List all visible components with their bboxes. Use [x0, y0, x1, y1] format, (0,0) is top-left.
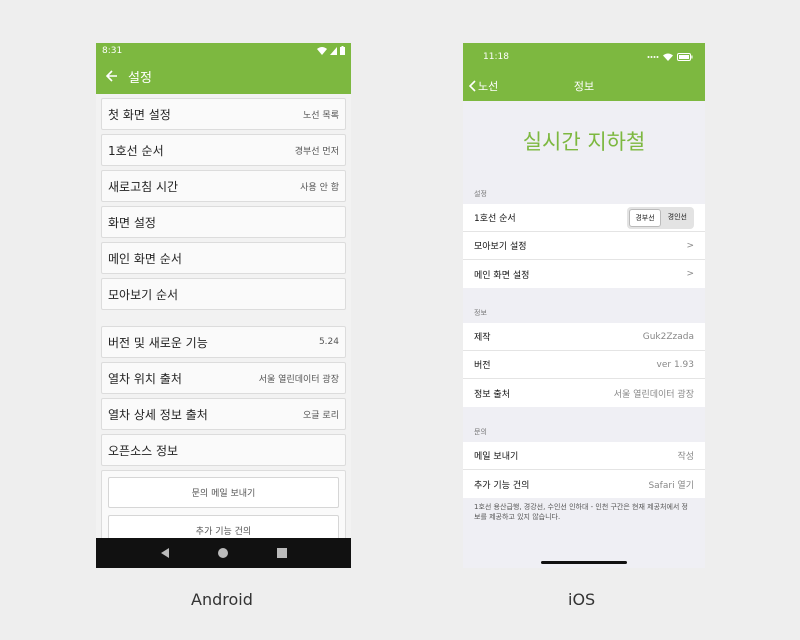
settings-item-label: 첫 화면 설정 — [108, 107, 171, 122]
settings-item-label: 화면 설정 — [108, 215, 156, 230]
settings-item-label: 오픈소스 정보 — [108, 443, 179, 458]
status-icons — [647, 53, 693, 61]
footnote: 1호선 용산급행, 경강선, 수인선 인하대 - 인천 구간은 현재 제공처에서… — [474, 503, 688, 521]
android-caption: Android — [191, 590, 253, 609]
wifi-icon — [663, 53, 673, 61]
settings-item-label: 1호선 순서 — [108, 143, 164, 158]
settings-item-collection-order[interactable]: 모아보기 순서 — [101, 278, 346, 310]
maker-row: 제작 Guk2Zzada — [463, 323, 705, 351]
collection-settings-row[interactable]: 모아보기 설정 > — [463, 232, 705, 260]
settings-item-value: 오글 로리 — [303, 410, 339, 421]
send-mail-row[interactable]: 메일 보내기 작성 — [463, 442, 705, 470]
ios-status-bar: 11:18 — [463, 43, 705, 71]
status-icons — [317, 46, 345, 55]
disclosure-chevron-icon: > — [686, 269, 694, 279]
settings-item-position-source[interactable]: 열차 위치 출처 서울 열린데이터 광장 — [101, 362, 346, 394]
feature-request-row[interactable]: 추가 기능 건의 Safari 열기 — [463, 470, 705, 498]
row-label: 메일 보내기 — [474, 452, 519, 462]
segment-gyeongbu[interactable]: 경부선 — [629, 208, 661, 227]
settings-item-display[interactable]: 화면 설정 — [101, 206, 346, 238]
send-mail-button[interactable]: 문의 메일 보내기 — [108, 477, 339, 508]
segment-gyeongin[interactable]: 경인선 — [663, 209, 692, 227]
status-time: 8:31 — [102, 45, 123, 56]
row-label: 버전 — [474, 361, 491, 371]
main-screen-settings-row[interactable]: 메인 화면 설정 > — [463, 260, 705, 288]
back-arrow-icon[interactable] — [106, 70, 118, 82]
settings-item-version[interactable]: 버전 및 새로운 기능 5.24 — [101, 326, 346, 358]
section-header-info: 정보 — [474, 309, 487, 317]
home-indicator[interactable] — [541, 561, 627, 564]
row-label: 메인 화면 설정 — [474, 270, 530, 281]
settings-item-open-source[interactable]: 오픈소스 정보 — [101, 434, 346, 466]
settings-item-main-order[interactable]: 메인 화면 순서 — [101, 242, 346, 274]
info-group: 제작 Guk2Zzada 버전 ver 1.93 정보 출처 서울 열린데이터 … — [463, 323, 705, 407]
row-value: Safari 열기 — [648, 480, 694, 491]
nav-back-icon[interactable] — [160, 548, 169, 558]
status-time: 11:18 — [483, 52, 509, 62]
info-source-row: 정보 출처 서울 열린데이터 광장 — [463, 379, 705, 407]
android-status-bar: 8:31 — [96, 43, 351, 58]
row-label: 1호선 순서 — [474, 214, 516, 224]
cell-signal-icon — [647, 56, 659, 58]
nav-home-icon[interactable] — [217, 548, 228, 558]
battery-icon — [677, 53, 693, 61]
line1-order-row: 1호선 순서 경부선 경인선 — [463, 204, 705, 232]
wifi-icon — [317, 46, 327, 55]
row-value: 작성 — [677, 452, 694, 462]
version-row: 버전 ver 1.93 — [463, 351, 705, 379]
settings-item-line1-order[interactable]: 1호선 순서 경부선 먼저 — [101, 134, 346, 166]
chevron-left-icon — [469, 80, 476, 92]
ios-nav-bar: 노선 정보 — [463, 71, 705, 101]
android-nav-bar — [96, 538, 351, 568]
settings-list: 첫 화면 설정 노선 목록 1호선 순서 경부선 먼저 새로고침 시간 사용 안… — [96, 98, 351, 560]
row-value: Guk2Zzada — [642, 331, 694, 342]
settings-item-value: 노선 목록 — [303, 110, 339, 121]
settings-item-label: 메인 화면 순서 — [108, 251, 182, 266]
back-label: 노선 — [478, 80, 499, 93]
settings-group: 1호선 순서 경부선 경인선 모아보기 설정 > 메인 화면 설정 > — [463, 204, 705, 288]
cell-signal-icon — [330, 46, 337, 55]
page-title: 정보 — [573, 80, 595, 93]
settings-item-refresh-time[interactable]: 새로고침 시간 사용 안 함 — [101, 170, 346, 202]
contact-group: 메일 보내기 작성 추가 기능 건의 Safari 열기 — [463, 442, 705, 498]
android-screen: 8:31 설정 첫 화면 설정 노선 목록 1호선 순서 경부선 먼저 새로고침… — [96, 43, 351, 568]
settings-item-label: 버전 및 새로운 기능 — [108, 335, 208, 350]
settings-item-value: 경부선 먼저 — [294, 146, 339, 157]
row-label: 모아보기 설정 — [474, 242, 527, 252]
row-label: 제작 — [474, 333, 491, 343]
ios-caption: iOS — [568, 590, 596, 609]
settings-item-value: 사용 안 함 — [300, 182, 339, 193]
row-label: 추가 기능 건의 — [474, 480, 530, 491]
settings-item-label: 열차 위치 출처 — [108, 371, 182, 386]
section-header-settings: 설정 — [474, 190, 487, 198]
settings-item-label: 열차 상세 정보 출처 — [108, 407, 208, 422]
nav-recents-icon[interactable] — [276, 548, 287, 558]
settings-item-detail-source[interactable]: 열차 상세 정보 출처 오글 로리 — [101, 398, 346, 430]
settings-item-first-screen[interactable]: 첫 화면 설정 노선 목록 — [101, 98, 346, 130]
section-divider — [101, 310, 346, 322]
settings-item-label: 모아보기 순서 — [108, 287, 179, 302]
app-title: 실시간 지하철 — [522, 130, 646, 154]
settings-item-value: 서울 열린데이터 광장 — [258, 374, 339, 385]
row-value: ver 1.93 — [656, 359, 694, 370]
back-button[interactable]: 노선 — [469, 71, 498, 101]
row-value: 서울 열린데이터 광장 — [613, 389, 694, 400]
battery-icon — [340, 46, 345, 55]
disclosure-chevron-icon: > — [686, 240, 694, 251]
section-header-contact: 문의 — [474, 428, 487, 436]
settings-item-label: 새로고침 시간 — [108, 179, 179, 194]
page-title: 설정 — [128, 70, 152, 86]
ios-screen: 11:18 노선 정보 실시간 지하철 설정 1호선 순서 경부선 경인선 모아… — [463, 43, 705, 568]
settings-item-value: 5.24 — [318, 337, 339, 347]
line1-order-segmented-control[interactable]: 경부선 경인선 — [627, 206, 694, 229]
android-app-bar: 설정 — [96, 58, 351, 94]
row-label: 정보 출처 — [474, 389, 510, 400]
